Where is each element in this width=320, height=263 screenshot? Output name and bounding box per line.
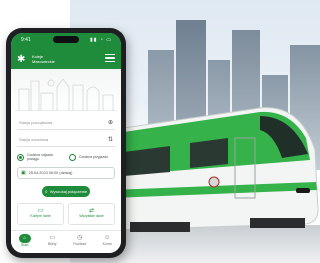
tab-start-label: Start: [21, 243, 29, 247]
app-screen: 9:41 ▮▮ ◔ ▭ ✱ Koleje Mazowieckie Stacja …: [11, 33, 121, 253]
from-station-field[interactable]: Stacja początkowa ⊕: [17, 117, 115, 130]
date-value: 25.04.2023 06:00 (dzisiaj): [28, 171, 73, 175]
card-1-label: Kolejne dane: [30, 214, 51, 218]
brand-line-2: Mazowieckie: [32, 59, 55, 64]
account-icon: ☺: [104, 235, 111, 241]
hamburger-icon[interactable]: [105, 54, 115, 62]
status-icons: ▮▮ ◔ ▭: [89, 37, 112, 43]
radio-unselected-icon: [69, 153, 76, 161]
radio-arrival[interactable]: Godzina przyjazdu: [69, 153, 115, 161]
status-time: 9:41: [21, 37, 31, 43]
date-picker[interactable]: ▣ 25.04.2023 06:00 (dzisiaj): [17, 167, 115, 179]
bottom-tab-bar: ⌂ Start ▭ Bilety ◷ Rozkład ☺ Konto: [11, 230, 121, 253]
radio-arrival-label: Godzina przyjazdu: [79, 155, 108, 159]
app-header: ✱ Koleje Mazowieckie: [11, 49, 121, 69]
skyline-line-art: [15, 78, 117, 111]
quick-cards: ▭ Kolejne dane ⇄ Wszystkie dane: [17, 203, 115, 225]
tab-schedule-label: Rozkład: [73, 242, 87, 246]
route-icon: ⇄: [88, 208, 95, 214]
search-button-label: Wyszukaj połączenie: [49, 189, 88, 194]
skyline-illustration: [11, 69, 121, 113]
schedule-icon: ◷: [77, 235, 83, 241]
to-station-placeholder: Stacja docelowa: [19, 137, 49, 142]
to-station-field[interactable]: Stacja docelowa ⇅: [17, 134, 115, 147]
location-icon[interactable]: ⊕: [108, 119, 113, 126]
tab-account-label: Konto: [102, 242, 112, 246]
tab-account[interactable]: ☺ Konto: [94, 231, 122, 253]
radio-selected-icon: [17, 153, 24, 161]
swap-arrows-icon[interactable]: ⇅: [108, 136, 113, 143]
tab-tickets[interactable]: ▭ Bilety: [39, 231, 67, 253]
phone-notch: [53, 36, 79, 43]
tab-schedule[interactable]: ◷ Rozkład: [66, 231, 94, 253]
radio-departure-label: Godzina odjazdu pociągu: [27, 153, 54, 161]
brand-name: Koleje Mazowieckie: [32, 54, 55, 64]
train-illustration: [110, 107, 319, 232]
tab-tickets-label: Bilety: [47, 242, 57, 246]
card-2-label: Wszystkie dane: [79, 214, 104, 218]
ticket-icon: ▭: [37, 208, 44, 214]
ticket-icon: ▭: [49, 235, 56, 241]
home-icon: ⌂: [18, 234, 31, 243]
calendar-icon: ▣: [21, 170, 26, 176]
card-1[interactable]: ▭ Kolejne dane: [17, 203, 64, 225]
from-station-placeholder: Stacja początkowa: [19, 120, 53, 125]
phone-mockup: 9:41 ▮▮ ◔ ▭ ✱ Koleje Mazowieckie Stacja …: [6, 28, 126, 258]
km-logo-icon: ✱: [17, 53, 26, 65]
card-2[interactable]: ⇄ Wszystkie dane: [68, 203, 115, 225]
time-mode-options: Godzina odjazdu pociągu Godzina przyjazd…: [17, 153, 115, 161]
radio-departure[interactable]: Godzina odjazdu pociągu: [17, 153, 63, 161]
search-icon: ⌕: [44, 188, 48, 195]
tab-start[interactable]: ⌂ Start: [11, 231, 39, 253]
search-connection-button[interactable]: ⌕ Wyszukaj połączenie: [42, 186, 90, 197]
